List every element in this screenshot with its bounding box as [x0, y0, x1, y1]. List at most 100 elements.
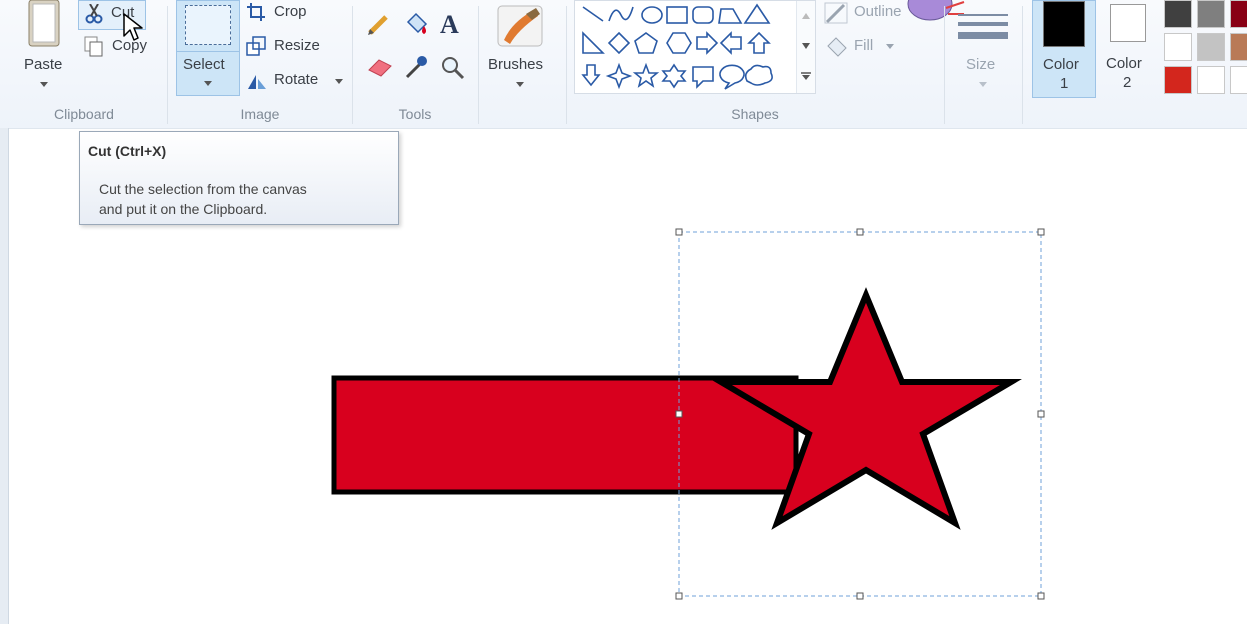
tools-group-label: Tools — [398, 106, 432, 122]
palette-swatch[interactable] — [1164, 66, 1192, 94]
color2-button[interactable]: Color 2 — [1098, 0, 1158, 96]
ribbon: Paste Cut Copy Clipboard Select Crop Res… — [0, 0, 1247, 129]
color1-button[interactable]: Color 1 — [1032, 0, 1096, 98]
brushes-label: Brushes — [488, 56, 544, 73]
image-group-label: Image — [240, 106, 280, 122]
up-arrow-shape-icon — [747, 31, 771, 54]
brush-icon — [497, 5, 543, 47]
select-divider — [177, 51, 239, 52]
tooltip-line: and put it on the Clipboard. — [99, 201, 268, 217]
crop-button[interactable]: Crop — [246, 0, 336, 26]
pencil-icon[interactable] — [367, 12, 391, 36]
tooltip-title: Cut (Ctrl+X) — [88, 143, 167, 159]
line-thickness-icon — [958, 14, 1008, 39]
copy-button[interactable]: Copy — [80, 34, 156, 60]
rotate-icon — [248, 75, 266, 89]
palette-swatch[interactable] — [1197, 66, 1225, 94]
hexagon-shape-icon — [666, 32, 692, 54]
resize-handle — [675, 592, 683, 600]
brushes-button[interactable]: Brushes — [484, 0, 558, 98]
canvas-left-border — [0, 128, 9, 624]
group-divider — [1022, 6, 1023, 124]
rotate-button[interactable]: Rotate — [246, 68, 346, 94]
scroll-down-icon[interactable] — [802, 43, 810, 49]
color-picker-icon[interactable] — [404, 54, 428, 80]
fill-dropdown-caret — [886, 44, 894, 49]
color2-number: 2 — [1123, 74, 1132, 91]
fill-icon — [827, 37, 847, 57]
tooltip-line: Cut the selection from the canvas — [99, 181, 307, 197]
scroll-up-icon[interactable] — [802, 13, 810, 19]
fill-bucket-icon[interactable] — [402, 10, 430, 38]
line-shape-icon — [582, 6, 604, 22]
resize-handle — [1037, 592, 1045, 600]
outline-pencil-icon — [824, 2, 848, 24]
palette-swatch[interactable] — [1164, 33, 1192, 61]
cloud-callout-shape-icon — [744, 64, 773, 86]
resize-handle — [1037, 228, 1045, 236]
color2-swatch — [1110, 4, 1146, 42]
palette-swatch[interactable] — [1230, 33, 1247, 61]
rectangle-shape-icon — [666, 6, 688, 24]
red-rectangle-shape — [331, 375, 799, 495]
palette-swatch[interactable] — [1197, 33, 1225, 61]
paste-dropdown-caret — [40, 82, 48, 87]
size-dropdown-caret — [979, 82, 987, 87]
right-arrow-shape-icon — [696, 31, 719, 55]
group-divider — [478, 6, 479, 124]
resize-label: Resize — [274, 37, 320, 54]
resize-icon — [246, 36, 266, 56]
shapes-group-label: Shapes — [731, 106, 779, 122]
polygon-shape-icon — [718, 8, 743, 24]
palette-swatch[interactable] — [1230, 0, 1247, 28]
mouse-cursor-icon — [123, 13, 143, 41]
oval-callout-shape-icon — [719, 64, 745, 90]
curve-shape-icon — [608, 6, 634, 22]
cut-tooltip: Cut (Ctrl+X) Cut the selection from the … — [79, 131, 399, 225]
copy-icon — [84, 36, 103, 57]
text-icon[interactable]: A — [440, 10, 459, 40]
resize-handle — [675, 410, 683, 418]
shape-icons — [581, 3, 773, 90]
color1-label: Color — [1043, 56, 1079, 73]
size-label: Size — [966, 56, 996, 73]
brushes-dropdown-caret — [516, 82, 524, 87]
eraser-icon[interactable] — [367, 56, 393, 78]
color2-label: Color — [1106, 55, 1142, 72]
select-dropdown-caret — [204, 81, 212, 86]
four-point-star-shape-icon — [605, 62, 633, 90]
clipboard-icon — [28, 0, 60, 47]
group-divider — [167, 6, 168, 124]
rounded-callout-shape-icon — [692, 66, 714, 89]
size-button[interactable]: Size — [952, 0, 1014, 98]
resize-button[interactable]: Resize — [246, 34, 336, 60]
magnifier-icon[interactable] — [440, 55, 466, 81]
group-divider — [566, 6, 567, 124]
five-point-star-shape-icon — [632, 62, 660, 88]
gallery-expand-icon[interactable] — [801, 71, 811, 81]
color1-number: 1 — [1060, 75, 1069, 92]
down-arrow-shape-icon — [581, 64, 601, 87]
palette-swatch[interactable] — [1197, 0, 1225, 28]
resize-handle — [675, 228, 683, 236]
fill-button[interactable]: Fill — [824, 34, 904, 60]
shapes-gallery[interactable] — [574, 0, 816, 94]
group-divider — [352, 6, 353, 124]
select-button[interactable]: Select — [176, 0, 240, 96]
oval-shape-icon — [641, 6, 663, 24]
group-divider — [944, 6, 945, 124]
resize-handle — [1037, 410, 1045, 418]
paste-button[interactable]: Paste — [18, 0, 74, 100]
pentagon-shape-icon — [634, 32, 658, 54]
select-label: Select — [183, 56, 225, 73]
palette-swatch[interactable] — [1164, 0, 1192, 28]
shapes-scrollbar[interactable] — [796, 1, 815, 93]
color1-swatch — [1043, 1, 1085, 47]
outline-label: Outline — [854, 3, 902, 20]
triangle-shape-icon — [743, 3, 771, 24]
scissors-icon — [85, 4, 103, 24]
palette-swatch[interactable] — [1230, 66, 1247, 94]
resize-handle — [856, 592, 864, 600]
diamond-shape-icon — [607, 31, 631, 55]
crop-label: Crop — [274, 3, 307, 20]
